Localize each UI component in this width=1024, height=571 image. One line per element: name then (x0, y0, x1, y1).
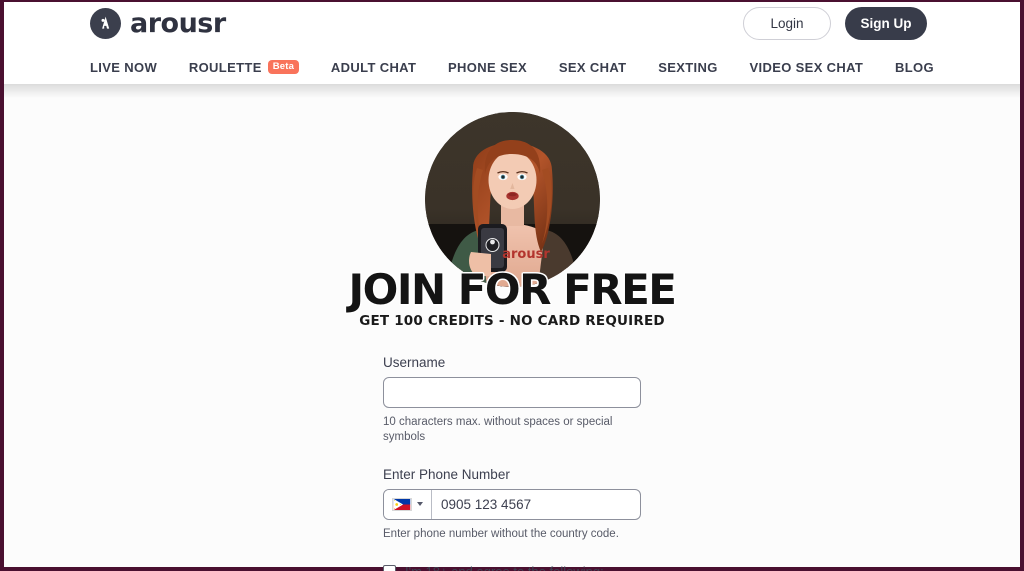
hero-title: JOIN FOR FREE (348, 265, 678, 314)
phone-number-input[interactable] (432, 489, 640, 519)
nav-item-label: BLOG (895, 59, 934, 75)
phone-help-text: Enter phone number without the country c… (383, 527, 619, 540)
nav-item-label: SEX CHAT (558, 59, 627, 75)
nav-item-label: PHONE SEX (448, 59, 528, 75)
age-consent-checkbox[interactable] (383, 564, 396, 571)
chevron-down-icon (417, 502, 423, 507)
nav-item-label: SEXTING (658, 59, 718, 75)
consent-row: I'm 18+ and agree to the following: (383, 564, 641, 571)
nav-item-blog[interactable]: BLOG (895, 60, 934, 75)
main-content: arousr JOIN FOR FREE GET 100 CREDITS - N… (4, 84, 1020, 571)
signup-button[interactable]: Sign Up (845, 7, 927, 40)
hero-section: arousr JOIN FOR FREE GET 100 CREDITS - N… (348, 112, 678, 329)
auth-buttons: Login Sign Up (743, 7, 927, 40)
phone-label: Enter Phone Number (383, 466, 510, 482)
nav-item-live-now[interactable]: LIVE NOW (90, 60, 157, 75)
nav-item-phone-sex[interactable]: PHONE SEX (448, 60, 527, 75)
arousr-circle-icon (90, 8, 121, 39)
country-code-select[interactable] (384, 489, 432, 519)
site-header: arousr Login Sign Up LIVE NOW ROULETTE Bet… (4, 2, 1020, 84)
nav-item-label: ADULT CHAT (330, 59, 417, 75)
age-consent-label[interactable]: I'm 18+ and agree to the following: (405, 564, 604, 571)
site-logo[interactable]: arousr (90, 8, 226, 39)
main-navigation: LIVE NOW ROULETTE Beta ADULT CHAT PHONE SEX S… (4, 50, 1020, 84)
philippines-flag-icon (392, 497, 412, 511)
nav-item-label: LIVE NOW (90, 59, 158, 75)
nav-item-video-sex-chat[interactable]: VIDEO SEX CHAT (749, 60, 863, 75)
nav-item-sexting[interactable]: SEXTING (658, 60, 718, 75)
header-top-row: arousr Login Sign Up (4, 2, 1020, 46)
username-field-group: Username 10 characters max. without spac… (383, 355, 641, 445)
phone-input-row (383, 488, 641, 520)
login-button[interactable]: Login (743, 7, 831, 40)
username-help-text: 10 characters max. without spaces or spe… (383, 415, 613, 443)
nav-item-adult-chat[interactable]: ADULT CHAT (331, 60, 416, 75)
svg-text:arousr: arousr (502, 247, 550, 262)
nav-item-roulette[interactable]: ROULETTE Beta (188, 59, 300, 75)
nav-item-sex-chat[interactable]: SEX CHAT (559, 60, 627, 75)
username-input[interactable] (383, 376, 641, 408)
nav-item-label: VIDEO SEX CHAT (749, 59, 864, 75)
username-label: Username (383, 354, 446, 370)
nav-item-beta-badge: Beta (267, 60, 300, 74)
hero-photo: arousr (424, 112, 600, 287)
phone-field-group: Enter Phone Number Enter ph (383, 467, 641, 542)
signup-form: Username 10 characters max. without spac… (383, 355, 641, 571)
logo-wordmark: arousr (130, 8, 226, 39)
nav-item-label: ROULETTE (188, 59, 262, 75)
hero-subtitle: GET 100 CREDITS - NO CARD REQUIRED (359, 313, 665, 329)
